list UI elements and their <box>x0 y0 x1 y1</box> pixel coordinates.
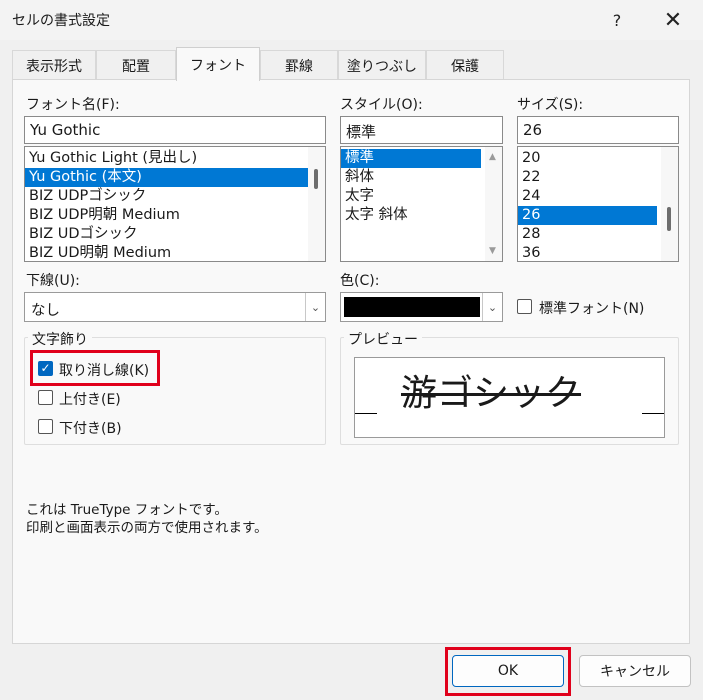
list-item[interactable]: 22 <box>518 168 657 187</box>
preview-title: プレビュー <box>344 329 422 349</box>
size-label: サイズ(S): <box>517 97 584 113</box>
scroll-thumb[interactable] <box>314 169 318 189</box>
effects-title: 文字飾り <box>28 329 92 349</box>
list-item[interactable]: 太字 斜体 <box>341 206 481 225</box>
cancel-button[interactable]: キャンセル <box>579 655 691 687</box>
font-name-input[interactable]: Yu Gothic <box>24 116 326 144</box>
size-list-scrollbar[interactable] <box>661 147 678 261</box>
close-button[interactable]: ✕ <box>650 0 696 40</box>
list-item[interactable]: BIZ UDPゴシック <box>25 187 325 206</box>
baseline-left <box>355 413 377 414</box>
tab-fill[interactable]: 塗りつぶし <box>338 50 426 80</box>
tab-alignment[interactable]: 配置 <box>96 50 176 80</box>
tab-border[interactable]: 罫線 <box>260 50 338 80</box>
list-item-selected[interactable]: 26 <box>518 206 657 225</box>
underline-value: なし <box>31 303 60 319</box>
size-input[interactable]: 26 <box>517 116 679 144</box>
style-input[interactable]: 標準 <box>340 116 503 144</box>
style-list[interactable]: 標準 斜体 太字 太字 斜体 ▲ ▼ <box>340 146 503 262</box>
list-item[interactable]: Yu Gothic Light (見出し) <box>25 149 325 168</box>
font-list-scrollbar[interactable] <box>308 147 325 261</box>
list-item[interactable]: BIZ UD明朝 Medium <box>25 244 325 261</box>
font-name-list[interactable]: Yu Gothic Light (見出し) Yu Gothic (本文) BIZ… <box>24 146 326 262</box>
help-button[interactable]: ? <box>594 0 640 40</box>
scroll-up-icon[interactable]: ▲ <box>489 152 496 162</box>
tab-font[interactable]: フォント <box>176 47 260 81</box>
style-list-scrollbar[interactable]: ▲ ▼ <box>485 147 502 261</box>
chevron-down-icon[interactable]: ⌄ <box>482 293 502 321</box>
preview-box: 游ゴシック <box>354 357 665 438</box>
subscript-label: 下付き(B) <box>59 421 122 437</box>
normal-font-checkbox[interactable] <box>517 299 532 314</box>
list-item-selected[interactable]: 標準 <box>341 149 481 168</box>
size-list[interactable]: 20 22 24 26 28 36 <box>517 146 679 262</box>
superscript-label: 上付き(E) <box>59 392 121 408</box>
color-label: 色(C): <box>340 273 380 289</box>
title-bar: セルの書式設定 ? ✕ <box>0 0 703 40</box>
list-item[interactable]: 28 <box>518 225 657 244</box>
chevron-down-icon[interactable]: ⌄ <box>305 293 325 321</box>
list-item[interactable]: 斜体 <box>341 168 481 187</box>
baseline-right <box>642 413 664 414</box>
tab-protection[interactable]: 保護 <box>426 50 504 80</box>
style-label: スタイル(O): <box>340 97 423 113</box>
highlight-ok <box>445 647 571 696</box>
underline-select[interactable]: なし ⌄ <box>24 292 326 322</box>
dialog-title: セルの書式設定 <box>12 13 110 29</box>
list-item[interactable]: 20 <box>518 149 657 168</box>
list-item-selected[interactable]: Yu Gothic (本文) <box>25 168 325 187</box>
font-name-label: フォント名(F): <box>26 97 120 113</box>
list-item[interactable]: 太字 <box>341 187 481 206</box>
normal-font-label: 標準フォント(N) <box>539 301 645 317</box>
subscript-checkbox[interactable] <box>38 419 53 434</box>
list-item[interactable]: BIZ UDP明朝 Medium <box>25 206 325 225</box>
list-item[interactable]: BIZ UDゴシック <box>25 225 325 244</box>
scroll-down-icon[interactable]: ▼ <box>489 246 496 256</box>
underline-label: 下線(U): <box>26 273 80 289</box>
preview-sample: 游ゴシック <box>401 373 582 414</box>
color-swatch <box>344 297 480 317</box>
info-line-1: これは TrueType フォントです。 <box>26 502 228 518</box>
list-item[interactable]: 24 <box>518 187 657 206</box>
info-line-2: 印刷と画面表示の両方で使用されます。 <box>26 520 268 536</box>
list-item[interactable]: 36 <box>518 244 657 261</box>
scroll-thumb[interactable] <box>667 207 671 231</box>
highlight-strikethrough <box>30 350 160 386</box>
superscript-checkbox[interactable] <box>38 390 53 405</box>
tab-number[interactable]: 表示形式 <box>12 50 96 80</box>
color-select[interactable]: ⌄ <box>340 292 503 322</box>
